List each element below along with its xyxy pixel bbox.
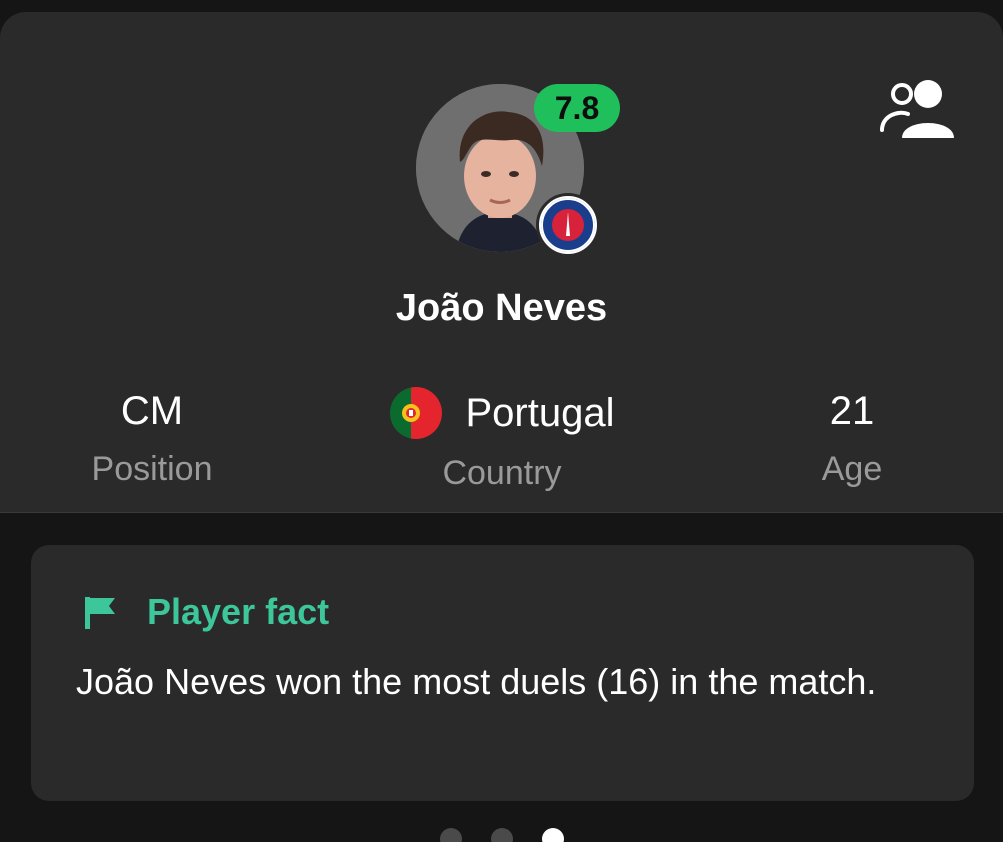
fact-text: João Neves won the most duels (16) in th… [76,661,877,702]
country-value: Portugal [465,391,615,435]
match-rating-badge: 7.8 [534,84,620,132]
position-stat: CM Position [52,387,252,489]
club-crest-icon [536,193,600,257]
top-strip [0,0,1003,12]
age-value: 21 [829,389,875,433]
fact-header: Player fact [81,591,329,633]
users-icon [880,80,954,138]
page-indicator[interactable] [440,828,564,842]
fact-title: Player fact [147,591,330,632]
player-fact-card[interactable]: Player fact João Neves won the most duel… [31,545,974,801]
player-header-card: 7.8 João Neves CM Position Portugal Coun… [0,12,1003,513]
age-stat: 21 Age [752,387,952,489]
position-value: CM [120,389,184,433]
page-dot[interactable] [491,828,513,842]
portugal-flag-icon [389,387,442,439]
country-row: Portugal [372,387,632,439]
compare-players-button[interactable] [876,78,960,144]
page-dot-active[interactable] [542,828,564,842]
country-label: Country [442,454,562,492]
age-label: Age [821,450,883,488]
position-label: Position [91,450,213,488]
player-name: João Neves [395,287,608,329]
flag-icon [85,597,115,629]
player-summary-screen: 7.8 João Neves CM Position Portugal Coun… [0,0,1003,842]
country-stat: Portugal Country [372,387,632,493]
page-dot[interactable] [440,828,462,842]
